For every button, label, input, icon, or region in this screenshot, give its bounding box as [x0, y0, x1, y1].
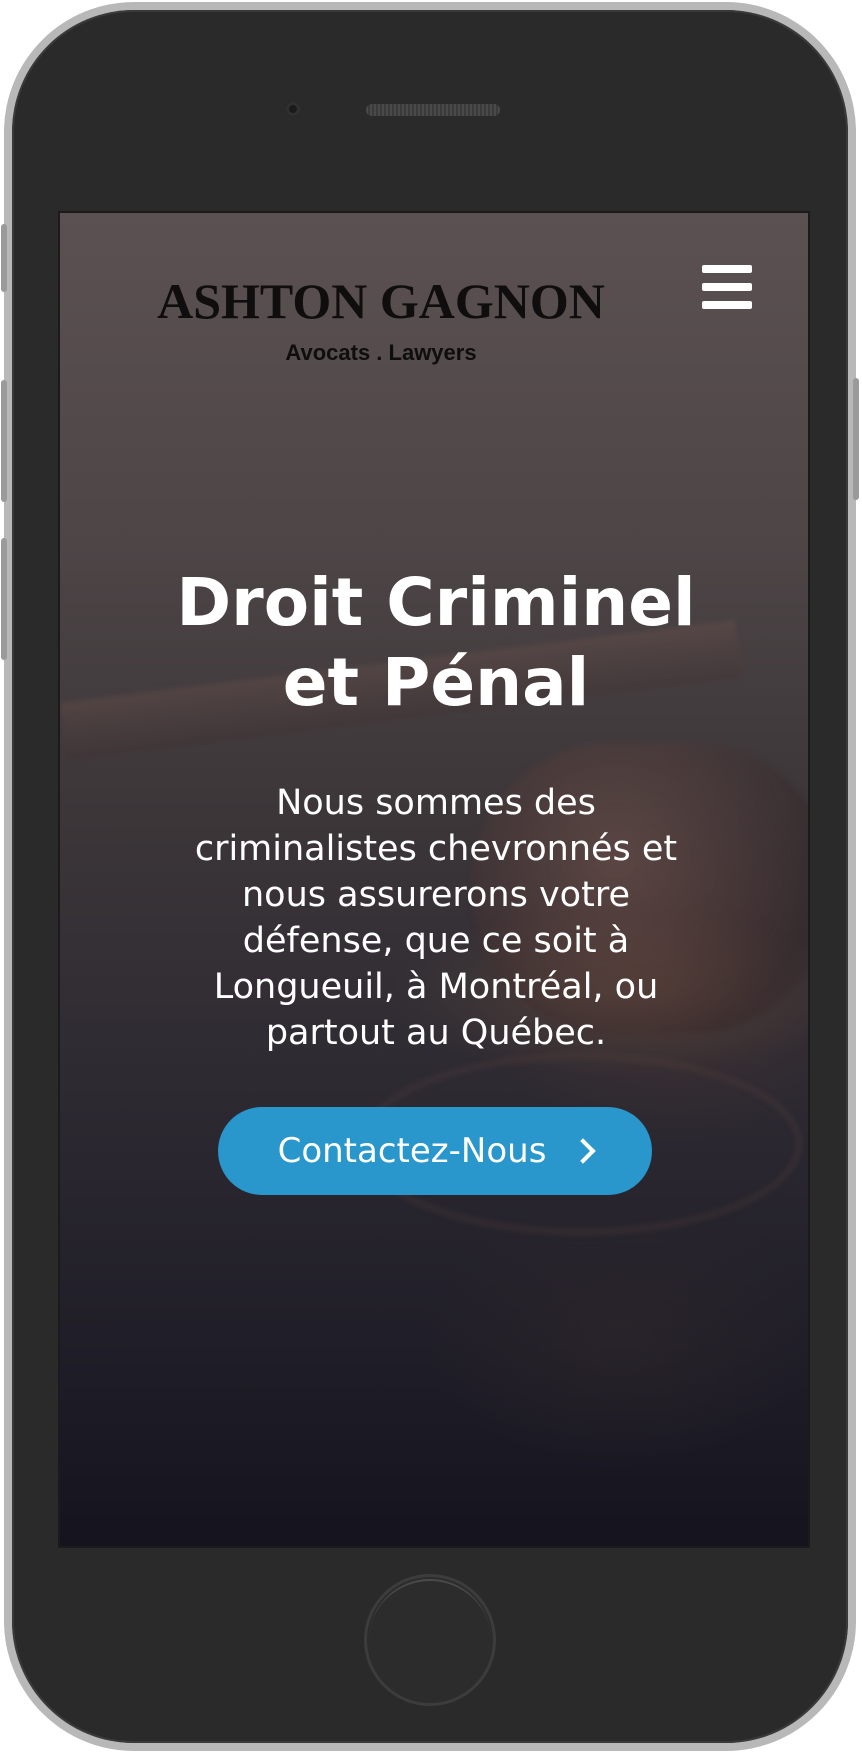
- brand-name: ASHTON GAGNON: [157, 273, 605, 329]
- hamburger-line: [702, 283, 752, 291]
- front-camera: [286, 102, 300, 116]
- chevron-right-icon: [570, 1138, 597, 1164]
- hero-description: Nous sommes des criminalistes chevronnés…: [194, 783, 678, 1053]
- hamburger-line: [702, 265, 752, 273]
- home-button[interactable]: [364, 1574, 496, 1706]
- brand-tagline: Avocats . Lawyers: [285, 340, 477, 365]
- volume-up-button: [1, 380, 7, 502]
- power-button: [853, 378, 859, 500]
- earpiece-speaker: [366, 104, 500, 116]
- volume-down-button: [1, 538, 7, 660]
- mobile-screen: ASHTON GAGNON Avocats . Lawyers Droit Cr…: [58, 211, 810, 1548]
- mute-switch: [1, 224, 7, 292]
- contact-button-label: Contactez-Nous: [277, 1131, 547, 1171]
- hamburger-menu-icon[interactable]: [702, 265, 752, 309]
- hamburger-line: [702, 301, 752, 309]
- phone-frame: ASHTON GAGNON Avocats . Lawyers Droit Cr…: [1, 2, 859, 1751]
- hero-title: Droit Criminel et Pénal: [176, 564, 696, 721]
- contact-button[interactable]: Contactez-Nous: [218, 1107, 652, 1195]
